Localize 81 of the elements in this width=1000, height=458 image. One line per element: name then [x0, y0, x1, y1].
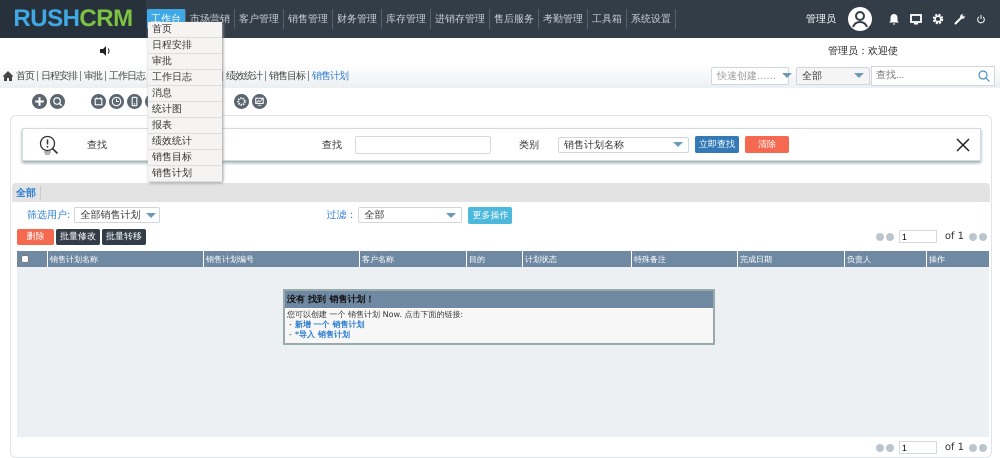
- message-link[interactable]: 新增 一个 销售计划: [294, 320, 364, 330]
- wrench-icon[interactable]: [954, 13, 966, 25]
- nav-tab[interactable]: 考勤管理: [539, 9, 588, 29]
- column-header: 计划状态: [525, 254, 557, 264]
- filter-label: 过滤：: [326, 208, 356, 222]
- column-header: 操作: [929, 254, 945, 264]
- nav-tab[interactable]: 销售管理: [284, 9, 333, 29]
- user-filter-select[interactable]: 全部销售计划: [74, 207, 160, 223]
- search-icon[interactable]: [50, 94, 65, 108]
- close-icon[interactable]: [956, 138, 970, 152]
- nav-tab[interactable]: 工具箱: [588, 9, 627, 29]
- breadcrumb-link[interactable]: 工作日志: [109, 68, 145, 82]
- menu-item[interactable]: 审批: [148, 54, 222, 70]
- search-bulb-icon: [39, 134, 59, 154]
- column-header: 客户名称: [362, 254, 394, 264]
- settings-icon[interactable]: [234, 94, 249, 108]
- menu-item[interactable]: 工作日志: [148, 70, 222, 86]
- search-panel-title: 查找: [87, 138, 107, 152]
- menu-item[interactable]: 绩效统计: [148, 134, 222, 150]
- menu-item[interactable]: 消息: [148, 86, 222, 102]
- page-input[interactable]: 1: [898, 230, 937, 243]
- menu-item[interactable]: 首页: [148, 22, 222, 38]
- menu-item[interactable]: 报表: [148, 118, 222, 134]
- monitor-icon[interactable]: [910, 13, 922, 25]
- nav-tab[interactable]: 客户管理: [235, 9, 284, 29]
- breadcrumb-link[interactable]: 销售计划: [312, 68, 348, 82]
- dash-text: -: [289, 330, 292, 340]
- column-header: 销售计划名称: [50, 254, 98, 264]
- message-title: 没有 找到 销售计划！: [285, 291, 713, 308]
- column-header: 销售计划编号: [206, 254, 254, 264]
- column-header: 特殊备注: [634, 254, 666, 264]
- category-select[interactable]: 销售计划名称: [558, 136, 689, 152]
- breadcrumb-link[interactable]: 销售目标: [269, 68, 305, 82]
- message-link[interactable]: *导入 销售计划: [294, 330, 350, 340]
- dash-text: -: [289, 320, 292, 330]
- speaker-icon[interactable]: [99, 44, 111, 56]
- nav-tab[interactable]: 系统设置: [627, 9, 676, 29]
- breadcrumb-link[interactable]: 审批: [84, 68, 102, 82]
- menu-item[interactable]: 统计图: [148, 102, 222, 118]
- clock-icon[interactable]: [109, 94, 124, 108]
- select-all-checkbox[interactable]: [21, 255, 29, 263]
- nav-tab[interactable]: 售后服务: [490, 9, 539, 29]
- page-input[interactable]: 1: [898, 441, 937, 454]
- search-label: 查找: [322, 138, 342, 152]
- add-icon[interactable]: [32, 94, 47, 108]
- calendar-icon[interactable]: [91, 94, 106, 108]
- nav-tab[interactable]: 进销存管理: [431, 9, 490, 29]
- column-header: 完成日期: [740, 254, 772, 264]
- logo: RUSHCRM: [0, 0, 146, 38]
- message-text: 您可以创建 一个 销售计划 Now. 点击下面的链接:: [287, 310, 464, 320]
- page-count: of 1: [944, 442, 964, 453]
- phone-icon[interactable]: [127, 94, 142, 108]
- category-label: 类别: [519, 138, 539, 152]
- chart-screen-icon[interactable]: [252, 94, 267, 108]
- search-input[interactable]: [355, 136, 491, 154]
- action-button[interactable]: 批量修改: [56, 228, 100, 244]
- power-icon[interactable]: [976, 14, 986, 24]
- column-header: 负责人: [847, 254, 871, 264]
- filter-select[interactable]: 全部: [358, 207, 462, 223]
- search-button[interactable]: 立即查找: [695, 136, 739, 153]
- filter-user-label: 筛选用户:: [27, 208, 70, 222]
- breadcrumb-link[interactable]: 绩效统计: [226, 68, 262, 82]
- nav-tab[interactable]: 库存管理: [382, 9, 431, 29]
- nav-tab[interactable]: 财务管理: [333, 9, 382, 29]
- breadcrumb-link[interactable]: 首页: [16, 68, 34, 82]
- column-header: 目的: [469, 254, 485, 264]
- search-field[interactable]: 查找...: [871, 66, 995, 86]
- scope-select[interactable]: 全部: [796, 66, 870, 84]
- avatar-icon[interactable]: [848, 7, 872, 31]
- breadcrumb-link[interactable]: 日程安排: [41, 68, 77, 82]
- page-count: of 1: [944, 231, 964, 242]
- menu-item[interactable]: 销售计划: [148, 166, 222, 182]
- home-icon[interactable]: [2, 70, 14, 82]
- menu-item[interactable]: 日程安排: [148, 38, 222, 54]
- settings-icon[interactable]: [932, 13, 944, 25]
- search-icon[interactable]: [978, 70, 990, 82]
- bell-icon[interactable]: [888, 13, 900, 25]
- menu-item[interactable]: 销售目标: [148, 150, 222, 166]
- action-button[interactable]: 批量转移: [102, 228, 146, 244]
- user-name[interactable]: 管理员: [806, 12, 836, 26]
- welcome-text: 管理员：欢迎使: [828, 44, 898, 58]
